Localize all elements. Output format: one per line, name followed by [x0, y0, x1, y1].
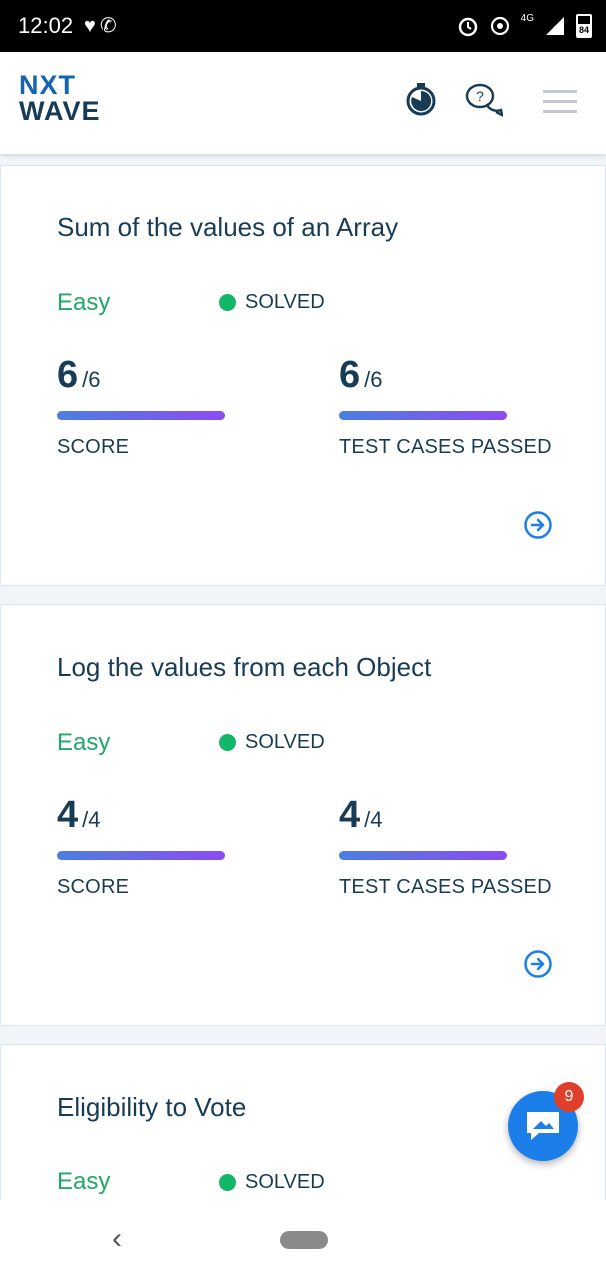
chat-icon	[527, 1112, 559, 1140]
score-label: SCORE	[57, 436, 130, 458]
tests-total: /6	[364, 367, 383, 392]
status-badge: SOLVED	[219, 291, 325, 314]
help-chat-icon[interactable]: ?	[465, 82, 503, 118]
battery-icon: 84	[576, 14, 592, 38]
score-label: SCORE	[57, 876, 130, 898]
menu-icon[interactable]	[542, 88, 578, 116]
tests-label: TEST CASES PASSED	[339, 436, 552, 458]
stopwatch-icon[interactable]	[405, 82, 437, 116]
status-text: SOLVED	[245, 291, 325, 313]
solved-dot-icon	[219, 294, 236, 311]
question-title: Sum of the values of an Array	[57, 212, 399, 242]
difficulty-label: Easy	[57, 729, 111, 756]
score-value: 6/6	[57, 354, 101, 397]
home-pill-button[interactable]	[280, 1231, 328, 1249]
score-value: 4/4	[57, 794, 101, 837]
difficulty-label: Easy	[57, 1168, 111, 1195]
solved-dot-icon	[219, 734, 236, 751]
system-nav-bar: ‹	[0, 1200, 606, 1280]
question-card[interactable]: Sum of the values of an Array Easy SOLVE…	[0, 165, 606, 586]
difficulty-label: Easy	[57, 289, 111, 316]
score-progress-bar	[57, 851, 225, 860]
status-badge: SOLVED	[219, 731, 325, 754]
status-text: SOLVED	[245, 731, 325, 753]
arrow-right-circle-icon[interactable]	[523, 510, 553, 540]
alarm-icon	[458, 17, 477, 37]
clock: 12:02	[18, 13, 74, 38]
network-type: 4G	[520, 12, 534, 24]
logo-line-1: NXT	[19, 70, 76, 100]
tests-value: 6/6	[339, 354, 383, 397]
arrow-right-circle-icon[interactable]	[523, 949, 553, 979]
question-title: Log the values from each Object	[57, 652, 432, 682]
tests-value: 4/4	[339, 794, 383, 837]
score-number: 6	[57, 354, 79, 396]
tests-number: 4	[339, 794, 361, 836]
question-card[interactable]: Log the values from each Object Easy SOL…	[0, 604, 606, 1026]
signal-icon	[546, 17, 564, 35]
status-bar: 12:02 ♥✆ 4G 84	[0, 0, 606, 52]
tests-number: 6	[339, 354, 361, 396]
notification-icons: ♥✆	[84, 15, 121, 37]
app-header: NXT WAVE ?	[0, 52, 606, 154]
logo-line-2: WAVE	[19, 96, 101, 126]
tests-progress-bar	[339, 851, 507, 860]
status-text: SOLVED	[245, 1171, 325, 1193]
hotspot-icon	[490, 16, 509, 36]
status-badge: SOLVED	[219, 1171, 325, 1194]
status-icons: 4G 84	[457, 10, 592, 42]
tests-label: TEST CASES PASSED	[339, 876, 552, 898]
tests-total: /4	[364, 807, 383, 832]
nxtwave-logo[interactable]: NXT WAVE	[19, 70, 101, 126]
tests-progress-bar	[339, 411, 507, 420]
back-chevron-icon[interactable]: ‹	[112, 1222, 122, 1256]
score-number: 4	[57, 794, 79, 836]
svg-text:?: ?	[476, 88, 484, 104]
battery-level: 84	[578, 24, 590, 36]
solved-dot-icon	[219, 1174, 236, 1191]
unread-count-badge: 9	[554, 1082, 584, 1112]
score-total: /4	[82, 807, 101, 832]
score-progress-bar	[57, 411, 225, 420]
score-total: /6	[82, 367, 101, 392]
question-title: Eligibility to Vote	[57, 1092, 247, 1122]
